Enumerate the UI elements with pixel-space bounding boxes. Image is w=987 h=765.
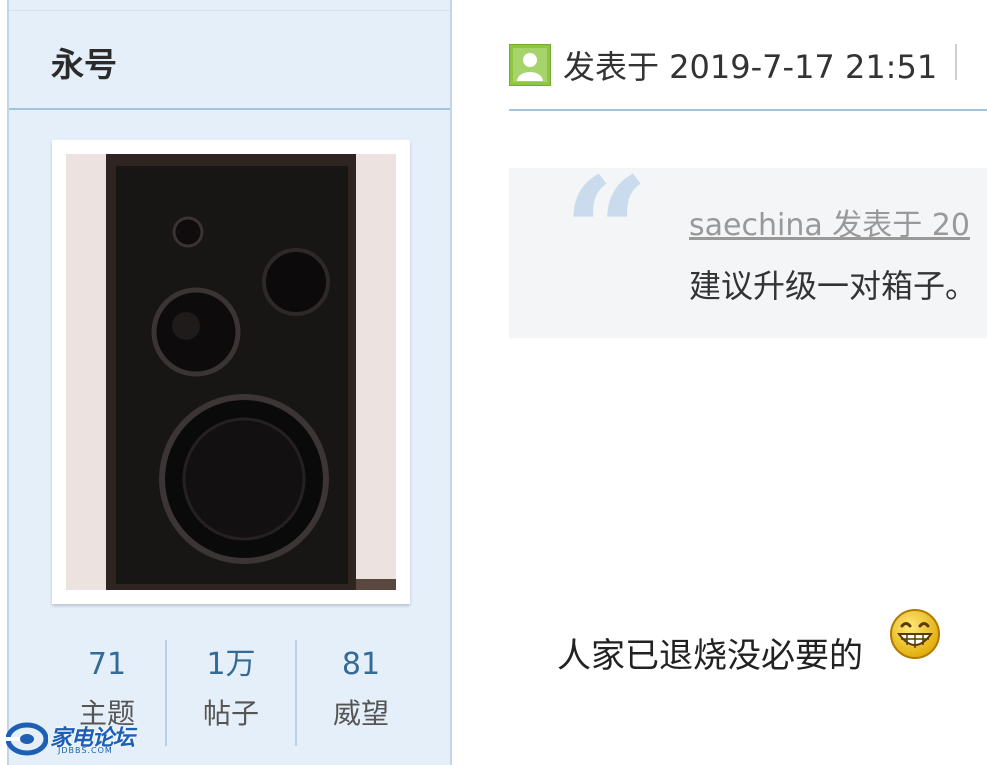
post-header-divider [509,109,987,111]
sidebar-divider [9,108,450,110]
stat-topics[interactable]: 71 主题 [43,640,171,728]
author-sidebar: 永号 71 主题 1万 帖子 81 威望 [7,0,452,765]
avatar-photo [66,154,396,590]
stat-prestige[interactable]: 81 威望 [297,640,425,728]
sidebar-top-divider [9,10,450,11]
avatar[interactable] [52,140,410,604]
post-timestamp: 发表于 2019-7-17 21:51 [563,48,938,86]
stat-prestige-value: 81 [341,647,381,682]
stat-posts-value: 1万 [206,647,256,682]
post-body-text: 人家已退烧没必要的 [557,636,863,676]
stat-posts-label: 帖子 [202,697,259,730]
site-logo-domain: JDBBS.COM [58,746,113,755]
grinning-face-icon [889,608,941,660]
quote-author-link[interactable]: saechina 发表于 20 [689,200,970,244]
speaker-photo-icon [66,154,396,590]
site-watermark-logo: 家电论坛 JDBBS.COM [6,720,141,760]
stat-topics-value: 71 [87,647,127,682]
stat-prestige-label: 威望 [332,697,389,730]
site-logo-icon [6,722,48,756]
quote-text: 建议升级一对箱子。 [689,267,978,305]
online-user-icon [509,44,551,86]
stat-posts[interactable]: 1万 帖子 [167,640,295,728]
post-header: 发表于 2019-7-17 21:51 [509,40,987,86]
quote-mark-icon: “ [563,168,650,321]
author-username[interactable]: 永号 [51,38,117,86]
header-separator [955,44,957,80]
quote-block: “ saechina 发表于 20 建议升级一对箱子。 [509,168,987,338]
